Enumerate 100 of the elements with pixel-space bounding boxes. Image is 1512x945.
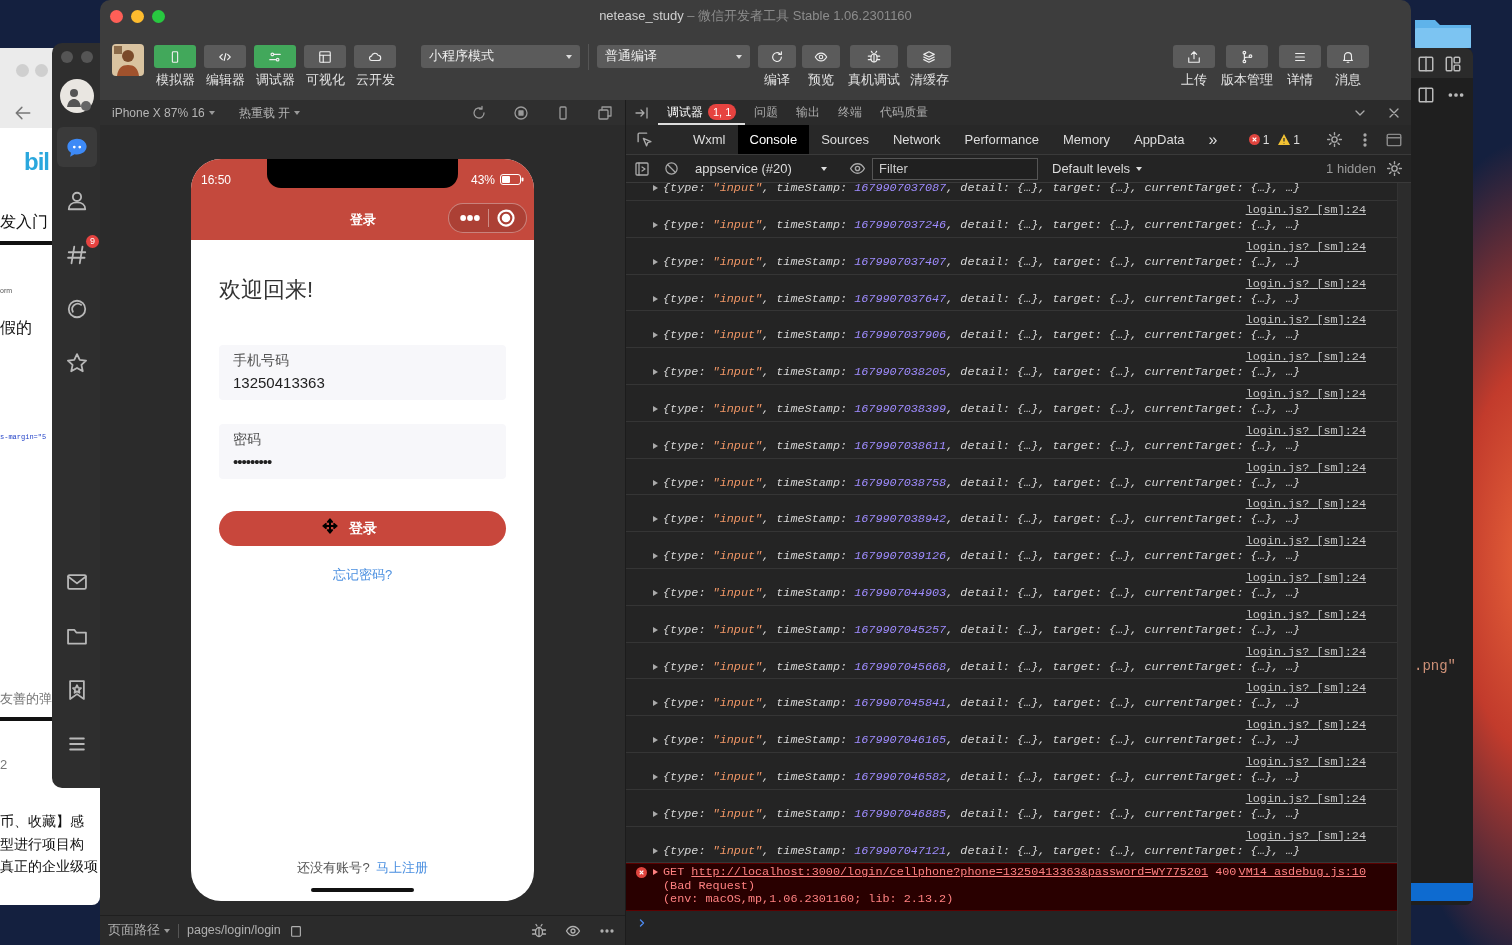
phone-input[interactable]: 13250413363 [233, 374, 492, 392]
devtools-tab[interactable]: AppData [1121, 125, 1197, 154]
source-link[interactable]: login.js? [sm]:24 [1245, 203, 1366, 217]
preview-button[interactable] [802, 45, 840, 68]
devtools-tab[interactable]: Sources [809, 125, 881, 154]
menu-capsule[interactable] [448, 203, 527, 233]
sidebar-item[interactable] [57, 127, 97, 167]
hot-reload-select[interactable]: 热重载 开 [238, 103, 301, 122]
error-count[interactable]: 1 [1262, 130, 1270, 149]
page-path-select[interactable]: 页面路径 [108, 921, 170, 940]
panel-tab[interactable]: 终端 [829, 100, 872, 125]
sidebar-icon[interactable] [634, 160, 650, 177]
log-levels-select[interactable]: Default levels [1046, 157, 1149, 180]
source-link[interactable]: login.js? [sm]:24 [1245, 460, 1366, 475]
register-link[interactable]: 马上注册 [375, 857, 428, 877]
visual-button[interactable] [304, 45, 346, 68]
expand-icon[interactable] [653, 700, 658, 707]
target-icon[interactable] [496, 208, 517, 228]
devtools-tab[interactable]: Network [880, 125, 953, 154]
source-link[interactable]: login.js? [sm]:24 [1245, 754, 1366, 769]
mode-select[interactable]: 小程序模式 [421, 45, 580, 68]
source-link[interactable]: login.js? [sm]:24 [1245, 239, 1366, 254]
warning-count[interactable]: 1 [1293, 130, 1300, 149]
upload-button[interactable] [1173, 45, 1215, 68]
source-link[interactable]: login.js? [sm]:24 [1245, 423, 1366, 438]
details-button[interactable] [1279, 45, 1321, 68]
source-link[interactable]: login.js? [sm]:24 [1245, 681, 1366, 696]
expand-icon[interactable] [653, 295, 658, 302]
expand-icon[interactable] [653, 663, 658, 670]
expand-icon[interactable] [653, 589, 658, 596]
clear-console-icon[interactable] [664, 161, 679, 176]
split-editor-icon[interactable] [1417, 55, 1435, 73]
login-button[interactable]: 登录 [219, 511, 506, 546]
split-editor-icon[interactable] [1417, 86, 1435, 104]
panel-tab[interactable]: 问题 [745, 100, 788, 125]
source-link[interactable]: login.js? [sm]:24 [1245, 718, 1366, 733]
password-field[interactable]: 密码 ••••••••• [219, 424, 506, 479]
source-link[interactable]: login.js? [sm]:24 [1245, 497, 1366, 512]
context-select[interactable]: appservice (#20) [691, 158, 831, 179]
panel-tab[interactable]: 代码质量 [871, 100, 938, 125]
source-link[interactable]: login.js? [sm]:24 [1245, 387, 1366, 401]
layout-icon[interactable] [1444, 55, 1462, 73]
source-link[interactable]: login.js? [sm]:24 [1245, 791, 1366, 806]
expand-icon[interactable] [653, 737, 658, 744]
debugger-button[interactable] [254, 45, 296, 68]
devtools-tab[interactable]: Memory [1051, 125, 1122, 154]
expand-icon[interactable] [653, 869, 658, 876]
copy-icon[interactable] [288, 923, 303, 938]
messages-button[interactable] [1327, 45, 1369, 68]
stop-icon[interactable] [513, 104, 529, 121]
devtools-tab[interactable]: Performance [952, 125, 1051, 154]
windows-icon[interactable] [597, 104, 613, 121]
source-link[interactable]: login.js? [sm]:24 [1245, 644, 1366, 659]
remote-debug-button[interactable] [850, 45, 898, 68]
expand-icon[interactable] [653, 516, 658, 523]
source-link[interactable]: login.js? [sm]:24 [1245, 828, 1366, 843]
password-input[interactable]: ••••••••• [233, 453, 492, 471]
devtools-tab[interactable]: Wxml [681, 125, 738, 154]
source-link[interactable]: VM14 asdebug.js:10 [1238, 866, 1366, 880]
phone-field[interactable]: 手机号码 13250413363 [219, 345, 506, 400]
bug-icon[interactable] [531, 922, 547, 939]
source-link[interactable]: login.js? [sm]:24 [1245, 570, 1366, 585]
source-link[interactable]: login.js? [sm]:24 [1245, 276, 1366, 291]
expand-icon[interactable] [653, 369, 658, 376]
expand-icon[interactable] [653, 847, 658, 854]
minimize-button[interactable] [131, 9, 144, 23]
filter-field[interactable]: Filter [872, 157, 1038, 180]
expand-icon[interactable] [653, 332, 658, 339]
editor-button[interactable] [204, 45, 246, 68]
scrollbar[interactable] [1397, 183, 1411, 945]
settings-icon[interactable] [1386, 160, 1403, 177]
close-button[interactable] [110, 9, 123, 23]
cloud-button[interactable] [354, 45, 396, 68]
source-link[interactable]: login.js? [sm]:24 [1245, 607, 1366, 622]
expand-icon[interactable] [653, 222, 658, 228]
source-link[interactable]: login.js? [sm]:24 [1245, 350, 1366, 365]
expand-icon[interactable] [653, 258, 658, 265]
version-button[interactable] [1226, 45, 1268, 68]
panel-tab[interactable]: 输出 [787, 100, 830, 125]
clear-cache-button[interactable] [907, 45, 951, 68]
sidebar-item[interactable]: 9 [57, 235, 97, 275]
settings-icon[interactable] [1326, 131, 1343, 148]
avatar[interactable] [60, 79, 94, 113]
expand-icon[interactable] [653, 442, 658, 449]
devtools-tab[interactable]: Console [737, 125, 810, 154]
expand-icon[interactable] [653, 626, 658, 633]
expand-icon[interactable] [653, 773, 658, 780]
expand-icon[interactable] [653, 406, 658, 412]
source-link[interactable]: login.js? [sm]:24 [1245, 534, 1366, 549]
request-url-link[interactable]: http://localhost:3000/login/cellphone?phone=13250413363&password=WY775201 [691, 865, 1209, 880]
inspect-icon[interactable] [636, 131, 653, 148]
expand-icon[interactable] [653, 810, 658, 817]
expand-icon[interactable] [653, 185, 658, 191]
expand-icon[interactable] [653, 553, 658, 560]
forgot-password-link[interactable]: 忘记密码? [332, 565, 393, 585]
back-arrow-icon[interactable] [14, 104, 32, 122]
rotate-icon[interactable] [471, 104, 487, 121]
eye-icon[interactable] [849, 160, 866, 177]
expand-icon[interactable] [653, 479, 658, 486]
compile-button[interactable] [758, 45, 796, 68]
